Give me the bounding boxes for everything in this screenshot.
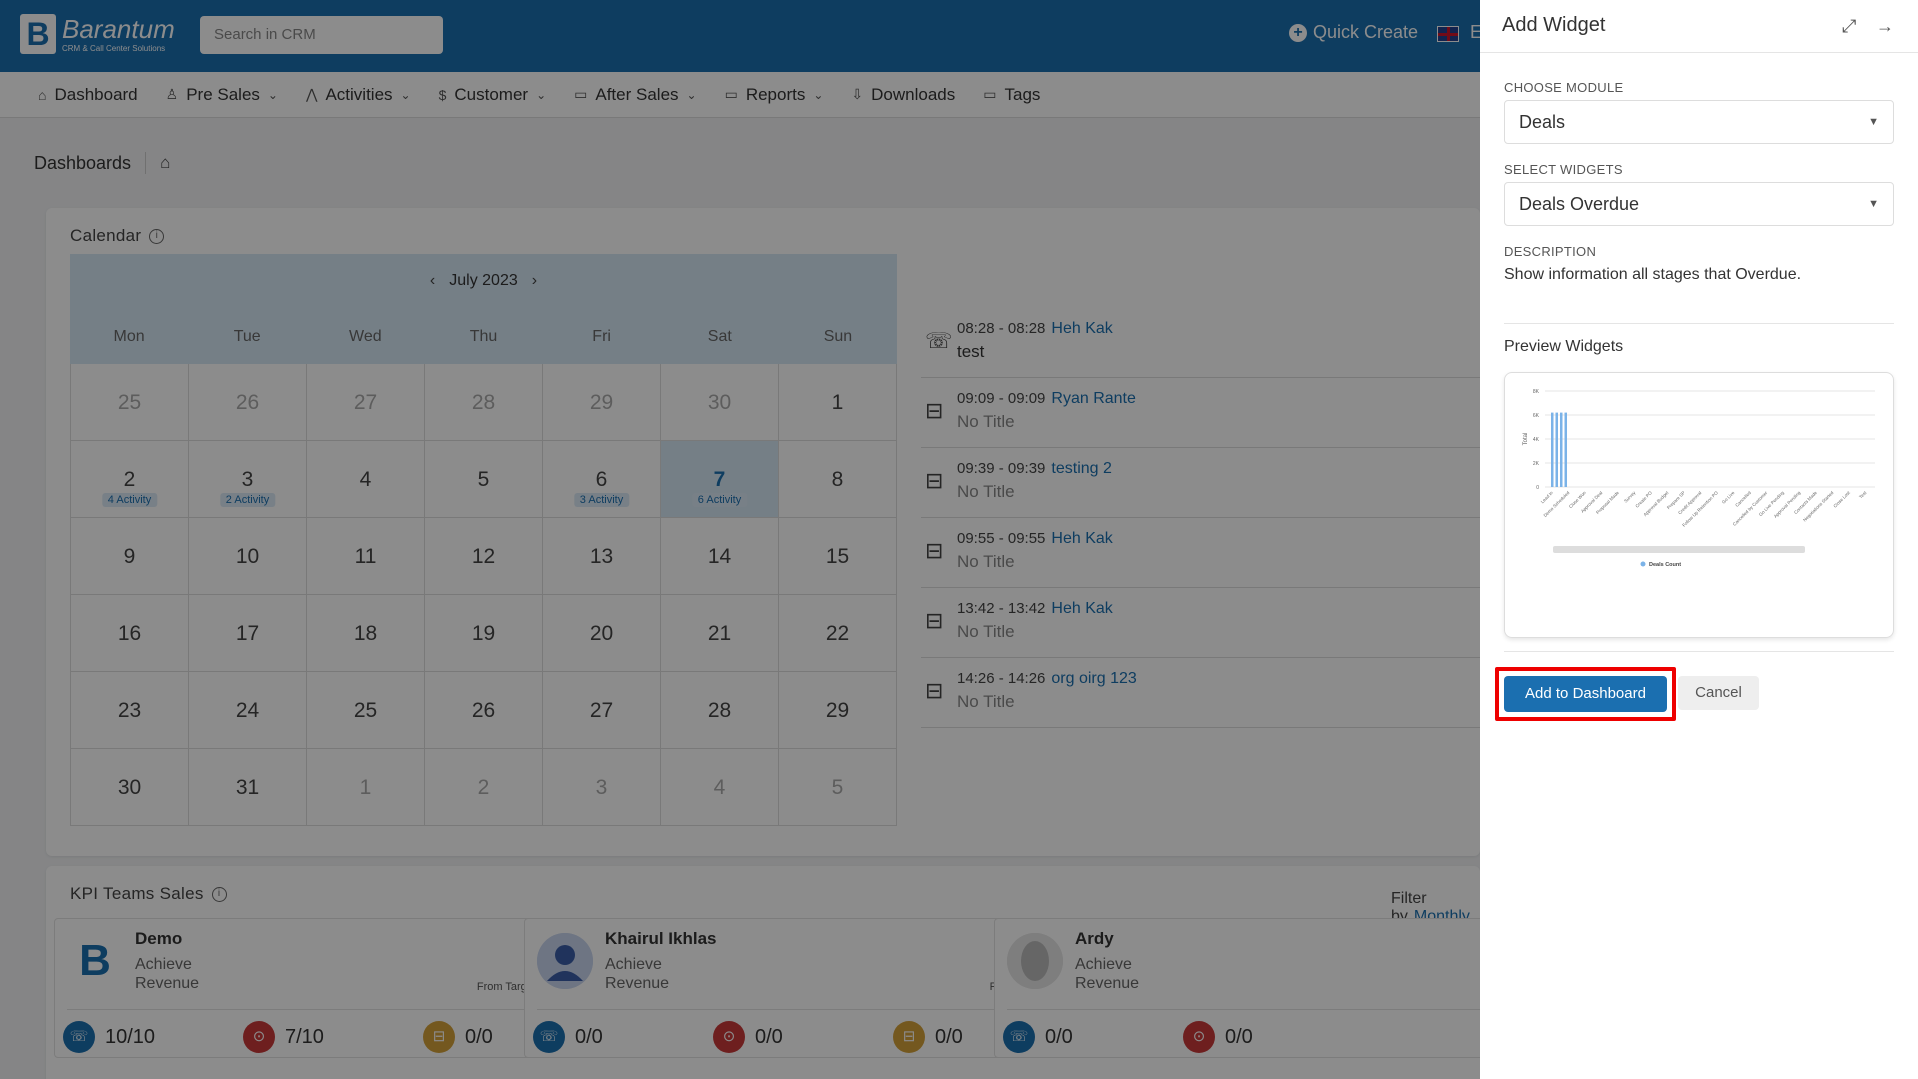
x-tick-label: Close Lost [1832,490,1851,509]
bar [1560,412,1563,487]
x-tick-label: Go Live [1721,490,1736,505]
bar [1564,412,1567,487]
widget-select[interactable]: Deals Overdue ▼ [1504,182,1894,226]
add-widget-panel: Add Widget ⤢ → CHOOSE MODULE Deals ▼ SELE… [1480,0,1918,1079]
y-tick-label: 6K [1533,413,1540,419]
cancel-button[interactable]: Cancel [1678,676,1759,710]
y-axis-label: Total [1523,433,1529,446]
legend-marker [1640,561,1646,567]
caret-down-icon: ▼ [1868,116,1879,128]
preview-label: Preview Widgets [1504,338,1624,355]
preview-chart-svg: 8K6K4K2K0TotalLead InDemo ScheduledClose… [1523,389,1875,568]
x-tick-label: Test [1858,490,1868,500]
y-tick-label: 4K [1533,437,1540,443]
module-label: CHOOSE MODULE [1504,80,1624,95]
expand-icon[interactable]: ⤢ [1842,16,1856,37]
description-label: DESCRIPTION [1504,244,1597,259]
y-tick-label: 2K [1533,461,1540,467]
module-select[interactable]: Deals ▼ [1504,100,1894,144]
x-tick-label: Lead In [1540,490,1555,505]
widget-label: SELECT WIDGETS [1504,162,1623,177]
scrollbar [1553,546,1805,553]
panel-title: Add Widget [1502,14,1606,36]
preview-chart: 8K 6K 4K 2K 0 Total Lead In Demo Scheduled Close… [1504,372,1894,638]
modal-overlay[interactable] [0,0,1480,1079]
y-tick-label: 0 [1536,485,1539,491]
y-tick-label: 8K [1533,389,1540,395]
close-arrow-icon[interactable]: → [1876,16,1894,37]
module-value: Deals [1519,112,1566,132]
add-to-dashboard-button[interactable]: Add to Dashboard [1504,676,1667,712]
x-tick-label: Negotiations Started [1802,490,1835,523]
bar [1555,412,1558,487]
caret-down-icon: ▼ [1868,198,1879,210]
x-tick-label: Survey [1623,490,1637,504]
widget-value: Deals Overdue [1519,194,1640,214]
bar [1551,412,1554,487]
legend-label: Deals Count [1649,562,1681,568]
description-text: Show information all stages that Overdue… [1504,266,1802,283]
